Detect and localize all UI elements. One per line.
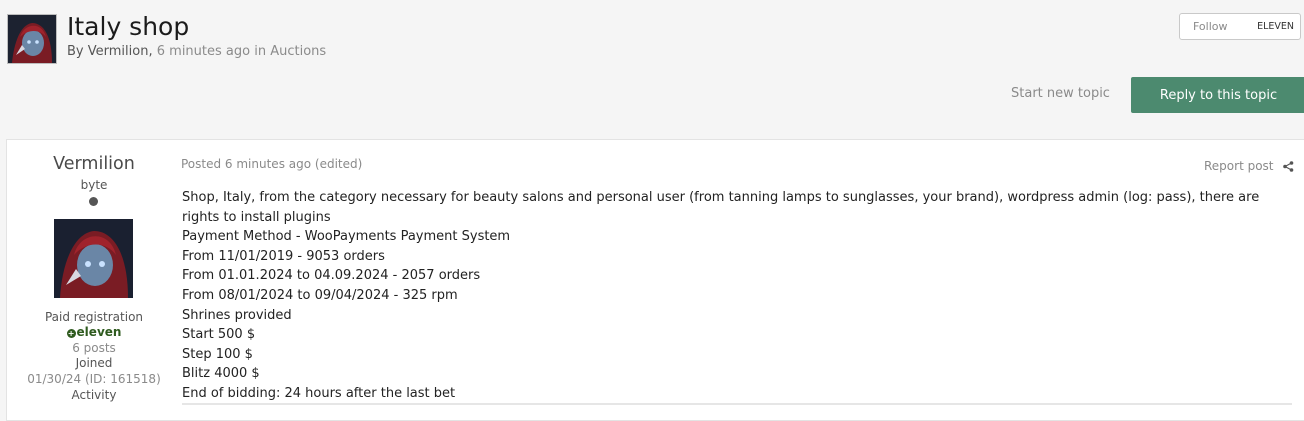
- start-new-topic-link[interactable]: Start new topic: [1011, 86, 1110, 101]
- author-group-label: eleven: [76, 325, 122, 339]
- divider: [182, 403, 1292, 405]
- author-activity-label: Activity: [71, 388, 117, 402]
- rank-dot-icon: [89, 197, 98, 206]
- byline-separator: ,: [148, 44, 153, 59]
- topic-author-avatar[interactable]: [7, 14, 57, 64]
- page-title: Italy shop: [67, 12, 190, 41]
- avatar-image: [8, 15, 56, 63]
- follow-count: ELEVEN: [1257, 21, 1294, 32]
- post-line: Shrines provided: [182, 307, 292, 323]
- post-body: Shop, Italy, from the category necessary…: [182, 188, 1282, 404]
- author-group[interactable]: + eleven: [7, 325, 181, 339]
- byline-author-link[interactable]: Vermilion: [88, 44, 149, 59]
- author-joined-label: Joined: [75, 356, 113, 370]
- post-meta: Posted 6 minutes ago (edited): [181, 157, 363, 171]
- author-post-count[interactable]: 6 posts: [7, 341, 181, 355]
- post-line: Start 500 $: [182, 327, 256, 343]
- post-author-name[interactable]: Vermilion: [7, 154, 181, 174]
- author-joined-date: 01/30/24 (ID: 161518): [27, 372, 161, 386]
- byline-by: By: [67, 44, 84, 59]
- byline-forum-link[interactable]: Auctions: [270, 44, 326, 59]
- post-line: Blitz 4000 $: [182, 366, 260, 382]
- byline-in: in: [254, 44, 267, 59]
- post-author-avatar[interactable]: [54, 219, 133, 298]
- author-registration: Paid registration: [44, 310, 144, 324]
- follow-button[interactable]: Follow ELEVEN: [1179, 13, 1301, 40]
- post-line: Step 100 $: [182, 346, 253, 362]
- byline-time: 6 minutes ago: [156, 44, 251, 59]
- post-line: Payment Method - WooPayments Payment Sys…: [182, 229, 511, 245]
- post-line: Shop, Italy, from the category necessary…: [182, 190, 1260, 225]
- report-post-link[interactable]: Report post: [1204, 159, 1274, 173]
- post-line: End of bidding: 24 hours after the last …: [182, 385, 456, 401]
- plus-circle-icon: +: [66, 329, 76, 338]
- post-author-rank: byte: [80, 178, 108, 192]
- post-line: From 08/01/2024 to 09/04/2024 - 325 rpm: [182, 287, 458, 303]
- follow-label: Follow: [1193, 20, 1228, 33]
- avatar-image: [54, 219, 133, 298]
- share-icon[interactable]: [1283, 161, 1294, 172]
- post-line: From 01.01.2024 to 04.09.2024 - 2057 ord…: [182, 268, 481, 284]
- post-container: Vermilion byte Paid registration + eleven…: [6, 139, 1304, 421]
- reply-to-topic-button[interactable]: Reply to this topic: [1131, 77, 1304, 113]
- topic-byline: By Vermilion, 6 minutes ago in Auctions: [67, 44, 326, 59]
- post-line: From 11/01/2019 - 9053 orders: [182, 248, 385, 264]
